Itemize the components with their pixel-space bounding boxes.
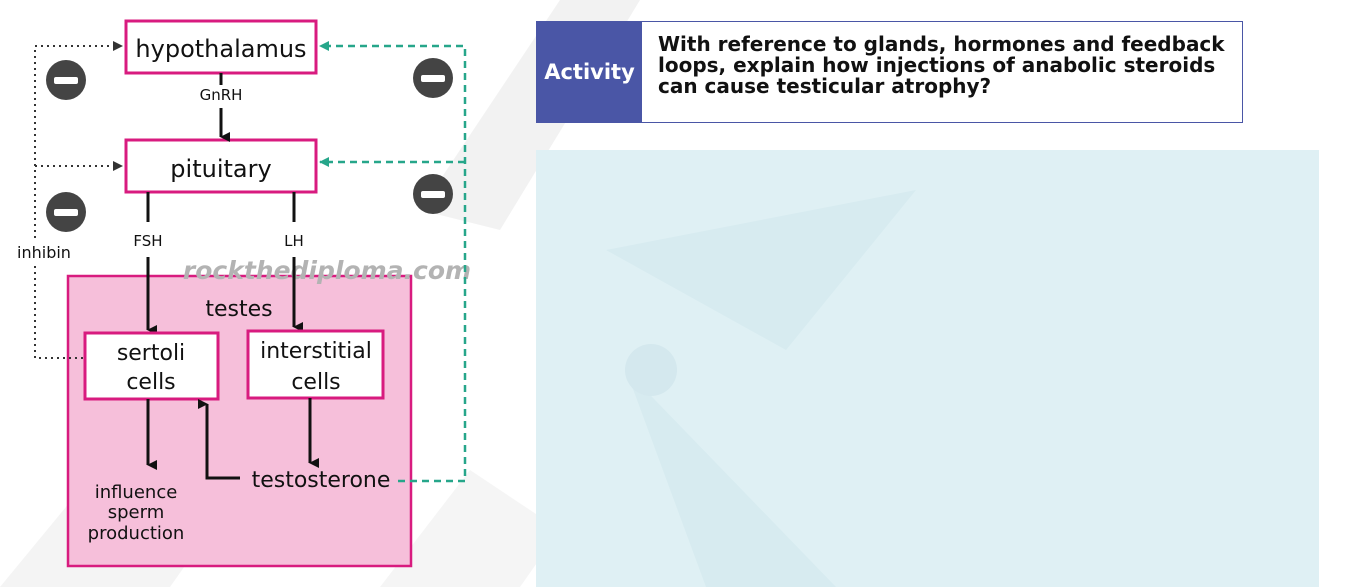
- gnrh-label: GnRH: [200, 86, 243, 104]
- interstitial-label-line2: cells: [291, 370, 340, 395]
- outcome-label-line2: sperm: [108, 502, 165, 523]
- testes-label: testes: [205, 297, 272, 322]
- outcome-label-line1: influence: [95, 482, 178, 503]
- sertoli-label-line1: sertoli: [117, 341, 185, 366]
- lh-label: LH: [284, 232, 304, 250]
- answer-area[interactable]: [536, 150, 1319, 587]
- interstitial-label-line1: interstitial: [260, 339, 372, 364]
- answer-area-watermark: [606, 190, 916, 587]
- activity-label: Activity: [537, 22, 642, 122]
- activity-question: With reference to glands, hormones and f…: [658, 32, 1225, 98]
- minus-icon: [46, 192, 86, 232]
- outcome-label-line3: production: [88, 523, 185, 544]
- minus-icon: [46, 60, 86, 100]
- fsh-label: FSH: [133, 232, 162, 250]
- activity-card: Activity With reference to glands, hormo…: [536, 21, 1243, 123]
- hypothalamus-label: hypothalamus: [135, 35, 306, 63]
- hormone-feedback-diagram: rockthediploma.com hypothalamus pituitar…: [12, 19, 471, 568]
- watermark-text: rockthediploma.com: [183, 256, 471, 285]
- pituitary-label: pituitary: [170, 155, 271, 183]
- minus-icon: [413, 58, 453, 98]
- testosterone-label: testosterone: [252, 468, 391, 493]
- sertoli-label-line2: cells: [126, 370, 175, 395]
- inhibin-label: inhibin: [17, 243, 71, 262]
- minus-icon: [413, 174, 453, 214]
